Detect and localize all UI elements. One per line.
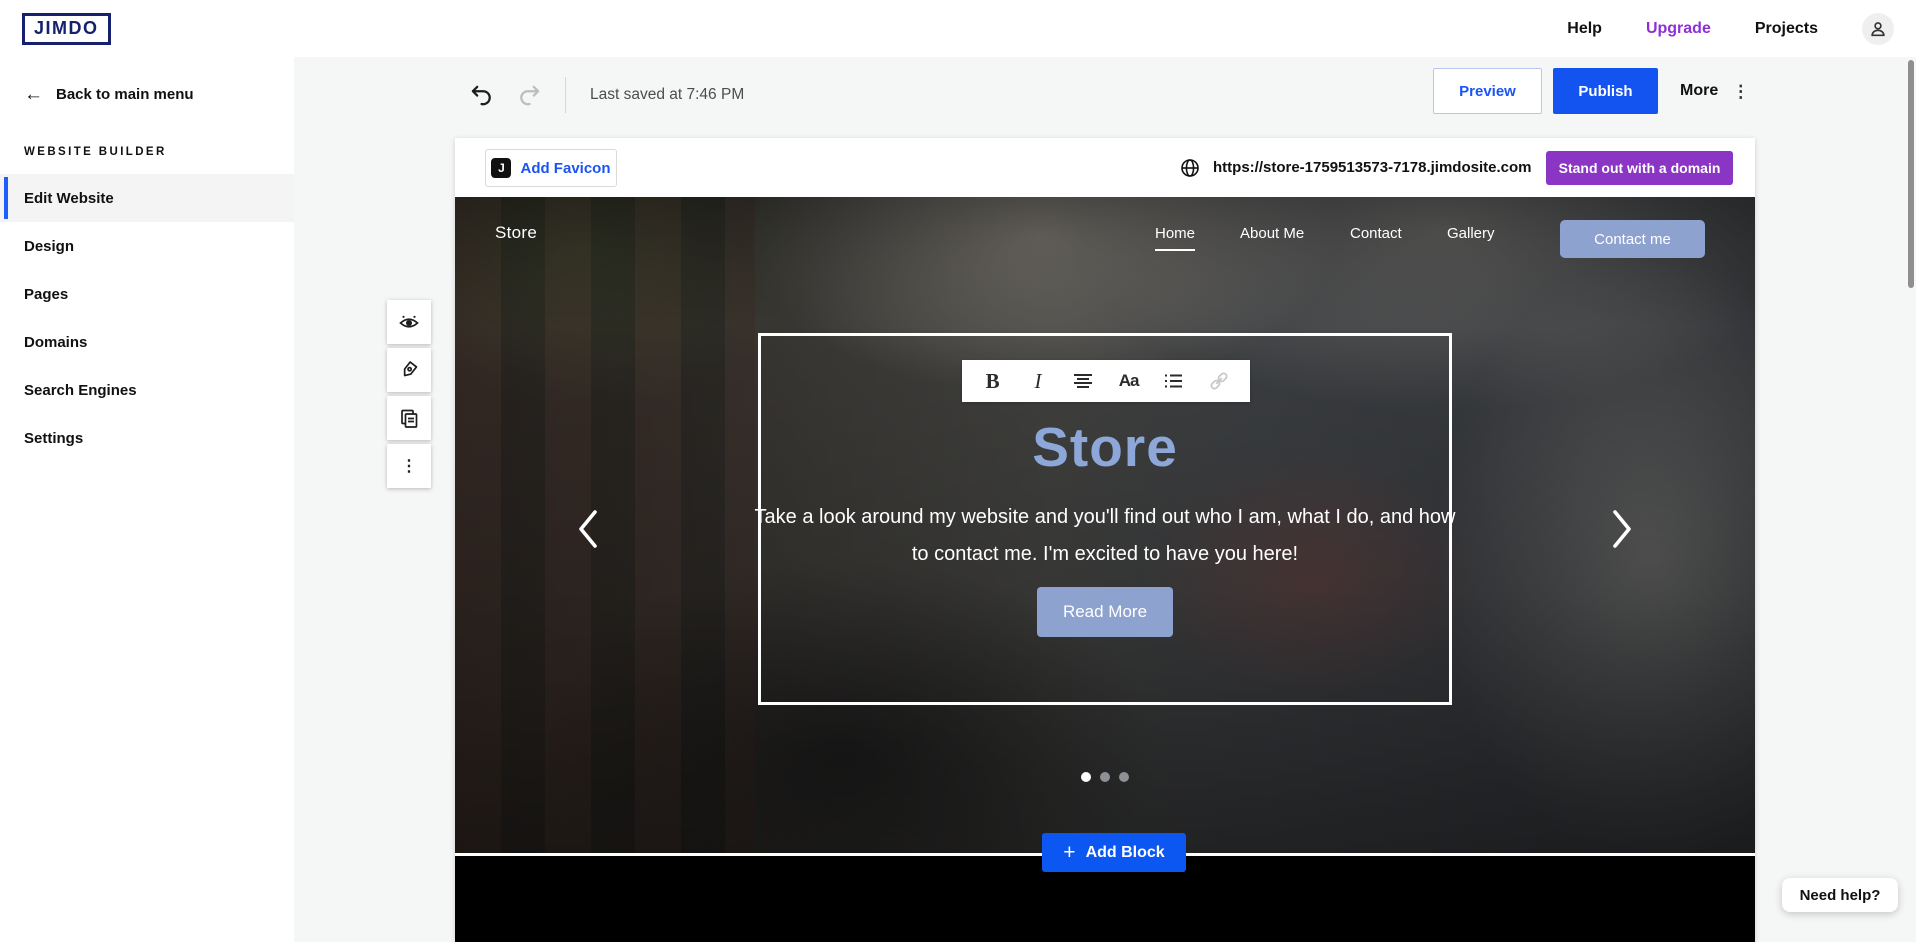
carousel-dot-2[interactable] [1100, 772, 1110, 782]
more-button[interactable]: More ⋮ [1680, 68, 1749, 114]
add-favicon-label: Add Favicon [520, 160, 610, 177]
undo-button[interactable] [464, 78, 498, 112]
font-icon[interactable]: Aa [1112, 364, 1146, 398]
site-url[interactable]: https://store-1759513573-7178.jimdosite.… [1213, 159, 1531, 176]
site-nav-about-me[interactable]: About Me [1240, 225, 1304, 242]
sidebar-item-domains[interactable]: Domains [0, 318, 294, 366]
site-nav-gallery[interactable]: Gallery [1447, 225, 1495, 242]
back-to-main-menu[interactable]: ← Back to main menu [0, 57, 294, 104]
sidebar-item-edit-website[interactable]: Edit Website [0, 174, 294, 222]
need-help-button[interactable]: Need help? [1782, 878, 1898, 912]
carousel-dot-3[interactable] [1119, 772, 1129, 782]
sidebar-item-label: Settings [24, 430, 83, 447]
more-label: More [1680, 82, 1718, 100]
sidebar-item-design[interactable]: Design [0, 222, 294, 270]
duplicate-block-button[interactable] [387, 396, 431, 440]
publish-button[interactable]: Publish [1553, 68, 1658, 114]
carousel-next-button[interactable] [1607, 505, 1637, 553]
block-actions-toolbar: ⋮ [387, 300, 431, 488]
hero-section: Store Home About Me Contact Gallery Cont… [455, 197, 1755, 853]
vertical-scrollbar[interactable] [1908, 60, 1914, 288]
globe-icon [1180, 158, 1200, 178]
sidebar-item-pages[interactable]: Pages [0, 270, 294, 318]
projects-link[interactable]: Projects [1755, 20, 1818, 38]
italic-icon[interactable]: I [1021, 364, 1055, 398]
block-more-button[interactable]: ⋮ [387, 444, 431, 488]
account-avatar[interactable] [1862, 13, 1894, 45]
read-more-button[interactable]: Read More [1037, 587, 1173, 637]
carousel-prev-button[interactable] [573, 505, 603, 553]
site-nav-home[interactable]: Home [1155, 225, 1195, 251]
sidebar-item-label: Search Engines [24, 382, 137, 399]
sidebar-section-label: WEBSITE BUILDER [24, 146, 270, 158]
duplicate-icon [398, 407, 420, 429]
hide-block-button[interactable] [387, 300, 431, 344]
app-header: JIMDO Help Upgrade Projects [0, 0, 1916, 57]
carousel-dot-1[interactable] [1081, 772, 1091, 782]
style-pen-icon [398, 359, 420, 381]
sidebar-item-settings[interactable]: Settings [0, 414, 294, 462]
site-nav-contact[interactable]: Contact [1350, 225, 1402, 242]
carousel-dots [455, 772, 1755, 782]
hero-body-text[interactable]: Take a look around my website and you'll… [752, 499, 1458, 573]
domain-upsell-button[interactable]: Stand out with a domain [1546, 151, 1733, 185]
more-dots-icon: ⋮ [401, 456, 417, 476]
upgrade-link[interactable]: Upgrade [1646, 20, 1711, 38]
preview-topbar: J Add Favicon https://store-1759513573-7… [455, 138, 1755, 197]
kebab-menu-icon: ⋮ [1732, 83, 1749, 100]
sidebar-item-label: Edit Website [24, 190, 114, 207]
add-block-label: Add Block [1086, 844, 1165, 862]
about-me-title: About Me [455, 938, 1755, 942]
last-saved-status: Last saved at 7:46 PM [590, 86, 744, 104]
back-arrow-icon: ← [24, 85, 43, 104]
bold-icon[interactable]: B [976, 364, 1010, 398]
contact-me-button[interactable]: Contact me [1560, 220, 1705, 258]
toolbar-divider [565, 77, 566, 113]
hero-title[interactable]: Store [455, 415, 1755, 479]
header-nav: Help Upgrade Projects [1567, 13, 1894, 45]
sidebar-item-label: Design [24, 238, 74, 255]
website-preview: J Add Favicon https://store-1759513573-7… [455, 138, 1755, 942]
sidebar-item-label: Pages [24, 286, 68, 303]
sidebar-item-label: Domains [24, 334, 87, 351]
add-block-button[interactable]: + Add Block [1042, 833, 1186, 872]
user-icon [1869, 20, 1887, 38]
site-url-row: https://store-1759513573-7178.jimdosite.… [1180, 138, 1531, 197]
style-block-button[interactable] [387, 348, 431, 392]
eye-icon [398, 311, 420, 333]
sidebar: ← Back to main menu WEBSITE BUILDER Edit… [0, 57, 294, 942]
add-favicon-button[interactable]: J Add Favicon [485, 149, 617, 187]
redo-icon [517, 82, 543, 108]
help-link[interactable]: Help [1567, 20, 1602, 38]
jimdo-logo[interactable]: JIMDO [22, 13, 111, 45]
list-icon[interactable] [1157, 364, 1191, 398]
sidebar-item-search-engines[interactable]: Search Engines [0, 366, 294, 414]
plus-icon: + [1063, 842, 1075, 863]
undo-icon [468, 82, 494, 108]
text-format-toolbar: B I Aa [962, 360, 1250, 402]
site-brand[interactable]: Store [495, 223, 537, 243]
preview-button[interactable]: Preview [1433, 68, 1542, 114]
back-label: Back to main menu [56, 86, 194, 103]
link-icon[interactable] [1202, 364, 1236, 398]
redo-button[interactable] [513, 78, 547, 112]
favicon-badge: J [491, 158, 511, 178]
align-center-icon[interactable] [1066, 364, 1100, 398]
